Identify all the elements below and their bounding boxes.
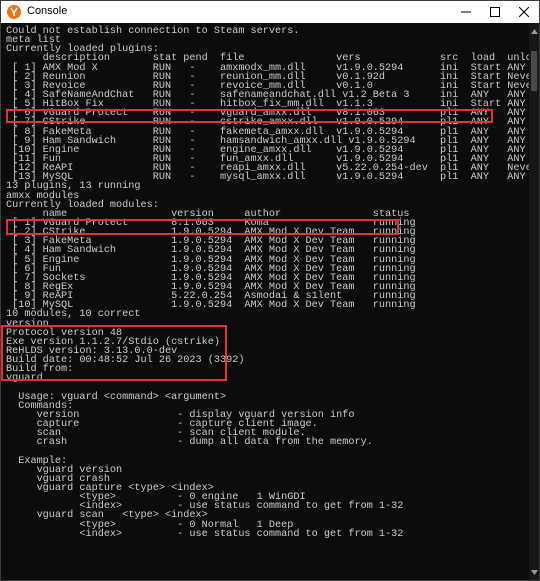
maximize-icon xyxy=(490,7,500,17)
scroll-thumb[interactable] xyxy=(531,51,537,91)
console-line: Usage: vguard <command> <argument> xyxy=(6,391,227,403)
console-line: crash - dump all data from the memory. xyxy=(6,437,373,449)
title-bar[interactable]: Console xyxy=(1,1,539,23)
highlight-version-info xyxy=(1,325,227,381)
vertical-scrollbar[interactable] xyxy=(529,23,539,580)
scroll-down-button[interactable] xyxy=(529,566,539,578)
maximize-button[interactable] xyxy=(482,1,508,23)
hlds-console-icon xyxy=(7,5,21,19)
minimize-icon xyxy=(461,11,471,13)
close-icon xyxy=(519,7,529,17)
console-line: <index> - use status command to get from… xyxy=(6,528,404,540)
console-window: Console Could not establish connection t… xyxy=(0,0,540,581)
scroll-up-button[interactable] xyxy=(529,25,539,37)
console-line: 13 plugins, 13 running xyxy=(6,181,141,193)
console-lines: Could not establish connection to Steam … xyxy=(6,26,529,540)
console-line: 10 modules, 10 correct xyxy=(6,309,141,321)
minimize-button[interactable] xyxy=(453,1,479,23)
console-line: Could not establish connection to Steam … xyxy=(6,26,300,37)
highlight-plugin-vguard xyxy=(6,109,493,123)
window-title: Console xyxy=(27,5,68,17)
chevron-up-icon xyxy=(530,28,538,34)
console-output[interactable]: Could not establish connection to Steam … xyxy=(1,23,529,580)
close-button[interactable] xyxy=(511,1,537,23)
chevron-down-icon xyxy=(530,569,538,575)
highlight-module-vguard xyxy=(6,219,399,235)
